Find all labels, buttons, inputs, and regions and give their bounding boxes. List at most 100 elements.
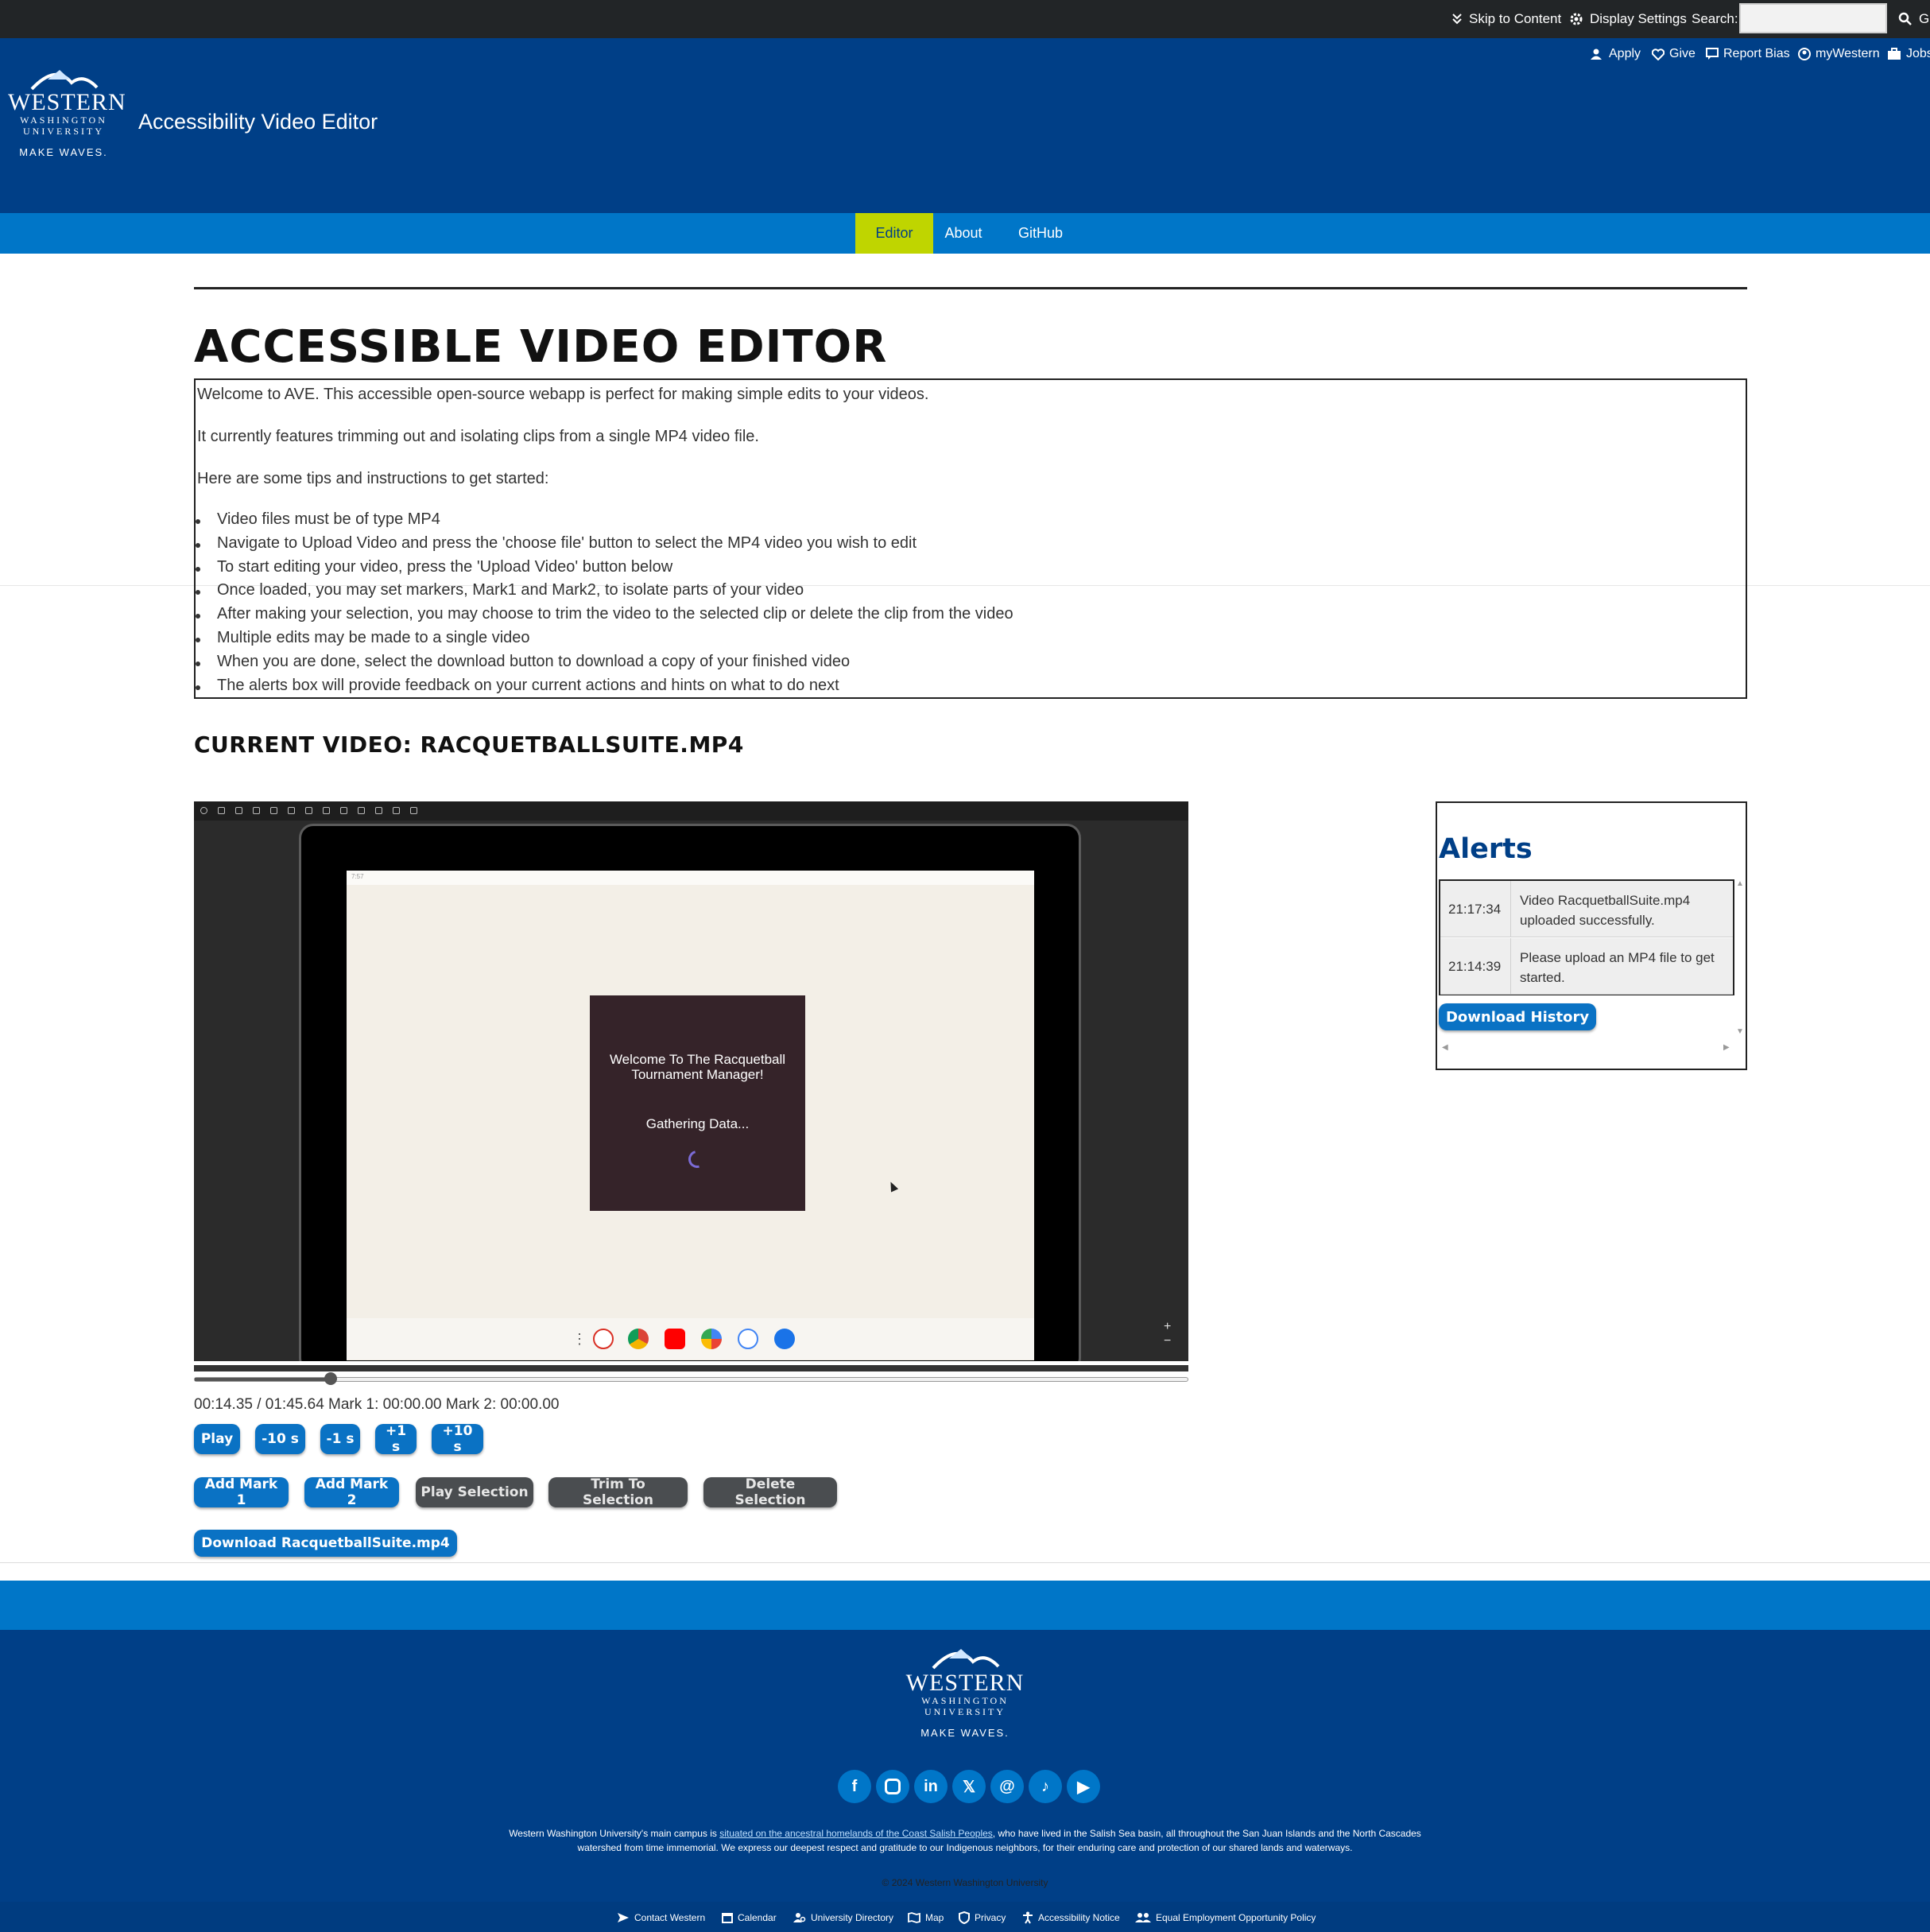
copyright: © 2024 Western Washington University bbox=[882, 1877, 1048, 1888]
download-history-button[interactable]: Download History bbox=[1439, 1003, 1596, 1030]
back-1s-button[interactable]: -1 s bbox=[320, 1424, 360, 1454]
tab-about[interactable]: About bbox=[933, 213, 994, 254]
tablet-dock: ⋮ bbox=[347, 1318, 1034, 1360]
mywestern-link[interactable]: myWestern bbox=[1798, 43, 1880, 65]
alert-time: 21:14:39 bbox=[1448, 958, 1502, 974]
app-splash-dialog: Welcome To The Racquetball Tournament Man… bbox=[590, 995, 805, 1211]
logo-western: WESTERN bbox=[905, 1670, 1025, 1696]
table-row: 21:14:39 Please upload an MP4 file to ge… bbox=[1440, 938, 1733, 995]
messages-icon bbox=[774, 1329, 795, 1349]
apply-label: Apply bbox=[1609, 47, 1641, 60]
user-plus-icon bbox=[1591, 48, 1602, 60]
search-go-button[interactable]: Go bbox=[1898, 0, 1930, 38]
logo-university: UNIVERSITY bbox=[23, 126, 104, 137]
university-directory-label: University Directory bbox=[811, 1912, 894, 1923]
scroll-right-icon[interactable]: ▶ bbox=[1723, 1043, 1730, 1052]
forward-1s-button[interactable]: +1 s bbox=[375, 1423, 417, 1455]
jobs-link[interactable]: Jobs bbox=[1887, 43, 1930, 65]
mountain-wave-icon bbox=[932, 1649, 1000, 1670]
photos-icon bbox=[701, 1329, 722, 1349]
site-title[interactable]: Accessibility Video Editor bbox=[138, 110, 378, 134]
scroll-up-icon[interactable]: ▲ bbox=[1736, 879, 1744, 888]
play-button[interactable]: Play bbox=[194, 1424, 240, 1454]
give-label: Give bbox=[1669, 47, 1696, 60]
splash-status: Gathering Data... bbox=[645, 1116, 750, 1131]
footer-wwu-logo[interactable]: WESTERN WASHINGTON UNIVERSITY MAKE WAVES… bbox=[893, 1643, 1037, 1754]
map-link[interactable]: Map bbox=[908, 1910, 944, 1926]
alerts-horizontal-scrollbar[interactable]: ◀ ▶ bbox=[1437, 1043, 1746, 1056]
youtube-icon[interactable]: ▶ bbox=[1067, 1770, 1100, 1803]
alert-message: Please upload an MP4 file to get started… bbox=[1520, 950, 1715, 985]
current-video-heading: CURRENT VIDEO: RACQUETBALLSUITE.MP4 bbox=[194, 731, 744, 758]
download-video-button[interactable]: Download RacquetballSuite.mp4 bbox=[194, 1530, 457, 1557]
user-circle-icon bbox=[1798, 48, 1811, 60]
progress-slider[interactable] bbox=[194, 1372, 1188, 1385]
alerts-title: Alerts bbox=[1439, 833, 1533, 865]
scroll-down-icon[interactable]: ▼ bbox=[1736, 1027, 1744, 1036]
skip-to-content-link[interactable]: Skip to Content bbox=[1451, 0, 1561, 38]
mountain-wave-icon bbox=[30, 70, 99, 91]
calendar-label: Calendar bbox=[738, 1912, 777, 1923]
play-selection-button[interactable]: Play Selection bbox=[416, 1477, 533, 1507]
linkedin-icon[interactable]: in bbox=[914, 1770, 948, 1803]
instagram-icon[interactable] bbox=[876, 1770, 909, 1803]
divider bbox=[0, 1562, 1930, 1563]
forward-10s-button[interactable]: +10 s bbox=[432, 1423, 483, 1455]
add-mark-2-button[interactable]: Add Mark 2 bbox=[304, 1476, 399, 1508]
map-label: Map bbox=[925, 1912, 944, 1923]
video-seek-bar[interactable] bbox=[194, 1365, 1188, 1371]
timecode-readout: 00:14.35 / 01:45.64 Mark 1: 00:00.00 Mar… bbox=[194, 1396, 560, 1413]
splash-title-line1: Welcome To The Racquetball bbox=[609, 1052, 786, 1067]
table-row: 21:17:34 Video RacquetballSuite.mp4 uplo… bbox=[1440, 881, 1733, 937]
video-player[interactable]: 7:57 Welcome To The Racquetball Tournamen… bbox=[194, 801, 1188, 1361]
users-icon bbox=[1135, 1913, 1151, 1922]
give-link[interactable]: Give bbox=[1652, 43, 1696, 65]
logo-university: UNIVERSITY bbox=[924, 1706, 1006, 1717]
alerts-vertical-scrollbar[interactable]: ▲ ▼ bbox=[1736, 879, 1746, 1038]
comment-icon bbox=[1706, 48, 1719, 60]
logo-washington: WASHINGTON bbox=[921, 1695, 1009, 1706]
alert-time: 21:17:34 bbox=[1448, 901, 1502, 917]
tiktok-icon[interactable]: ♪ bbox=[1029, 1770, 1062, 1803]
tab-editor[interactable]: Editor bbox=[855, 213, 933, 254]
facebook-icon[interactable]: f bbox=[838, 1770, 871, 1803]
calendar-link[interactable]: Calendar bbox=[722, 1910, 777, 1926]
divider bbox=[194, 287, 1747, 289]
report-bias-label: Report Bias bbox=[1723, 47, 1790, 60]
wwu-logo[interactable]: WESTERN WASHINGTON UNIVERSITY MAKE WAVES… bbox=[8, 64, 126, 167]
delete-selection-button[interactable]: Delete Selection bbox=[703, 1476, 837, 1508]
slider-thumb[interactable] bbox=[324, 1372, 338, 1385]
university-directory-link[interactable]: University Directory bbox=[793, 1910, 893, 1926]
contact-western-link[interactable]: Contact Western bbox=[617, 1910, 705, 1926]
apps-grid-icon: ⋮ bbox=[569, 1329, 590, 1349]
youtube-icon bbox=[665, 1329, 685, 1349]
logo-tagline: MAKE WAVES. bbox=[920, 1727, 1010, 1739]
scroll-left-icon[interactable]: ◀ bbox=[1442, 1043, 1448, 1052]
search-input[interactable] bbox=[1739, 3, 1887, 33]
threads-icon[interactable]: @ bbox=[990, 1770, 1024, 1803]
privacy-link[interactable]: Privacy bbox=[959, 1910, 1006, 1926]
mywestern-label: myWestern bbox=[1816, 47, 1880, 60]
trim-to-selection-button[interactable]: Trim To Selection bbox=[548, 1476, 688, 1508]
double-chevron-down-icon bbox=[1452, 14, 1462, 25]
report-bias-link[interactable]: Report Bias bbox=[1706, 43, 1790, 65]
apply-link[interactable]: Apply bbox=[1590, 43, 1641, 65]
alerts-panel: Alerts 21:17:34 Video RacquetballSuite.m… bbox=[1436, 801, 1747, 1070]
accessibility-notice-link[interactable]: Accessibility Notice bbox=[1022, 1910, 1120, 1926]
privacy-label: Privacy bbox=[975, 1912, 1006, 1923]
map-icon bbox=[908, 1912, 920, 1923]
land-acknowledgement-link[interactable]: situated on the ancestral homelands of t… bbox=[719, 1828, 993, 1839]
x-icon[interactable]: 𝕏 bbox=[952, 1770, 986, 1803]
back-10s-button[interactable]: -10 s bbox=[255, 1424, 305, 1454]
land-acknowledgement: Western Washington University's main cam… bbox=[477, 1826, 1453, 1855]
skip-to-content-label: Skip to Content bbox=[1469, 11, 1562, 26]
intro-paragraph: Here are some tips and instructions to g… bbox=[197, 470, 549, 487]
phone-icon bbox=[738, 1329, 758, 1349]
logo-tagline: MAKE WAVES. bbox=[19, 146, 108, 158]
tab-github[interactable]: GitHub bbox=[994, 213, 1087, 254]
zoom-controls: + − bbox=[1164, 1320, 1172, 1348]
eeo-policy-link[interactable]: Equal Employment Opportunity Policy bbox=[1135, 1910, 1316, 1926]
display-settings-button[interactable]: Display Settings bbox=[1569, 0, 1687, 38]
add-mark-1-button[interactable]: Add Mark 1 bbox=[194, 1476, 289, 1508]
land-text: Western Washington University's main cam… bbox=[509, 1828, 720, 1839]
